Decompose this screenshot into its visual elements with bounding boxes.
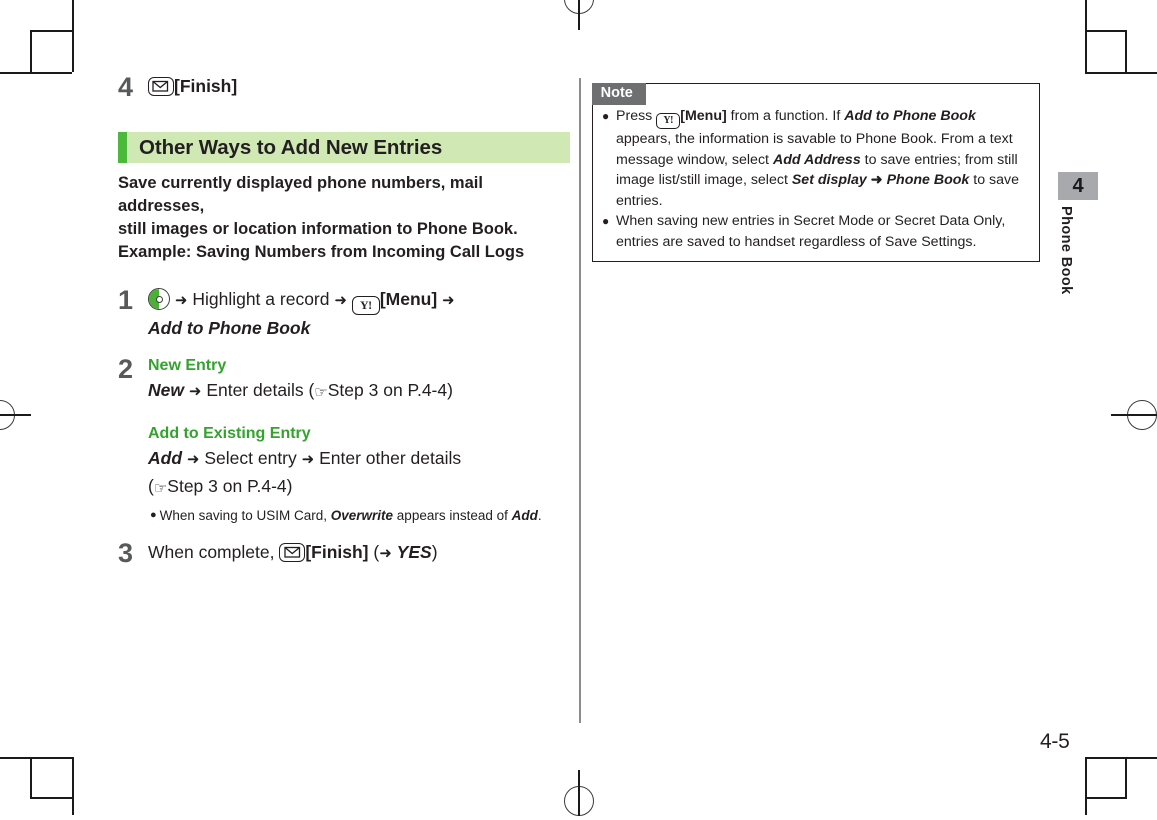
section-title: Other Ways to Add New Entries (139, 135, 443, 159)
step-2-existing-entry-label: Add to Existing Entry (148, 425, 311, 442)
section-accent-bar (118, 132, 127, 163)
step-1-body: ➜ Highlight a record ➜ Y! [Menu] ➜ Add to… (148, 285, 570, 342)
step-2-arrow-3: ➜ (301, 451, 315, 468)
step-2-body: New Entry New ➜ Enter details (☞Step 3 o… (148, 354, 570, 526)
step-2-existing-text-b: Enter other details (319, 448, 462, 468)
y-menu-key-icon: Y! (656, 113, 681, 129)
note-1-seg-2: [Menu] (680, 108, 727, 124)
note-1-seg-3: from a function. If (730, 108, 841, 124)
step-2-new-ref: Step 3 on P.4-4 (327, 380, 448, 400)
bullet-emph-b: Add (511, 508, 538, 523)
step-2-new-text: Enter details (206, 380, 304, 400)
mail-key-icon (279, 543, 306, 562)
registration-mark-top (564, 0, 598, 30)
note-1-emph-1: Add to Phone Book (844, 108, 976, 124)
bullet-emph-a: Overwrite (330, 508, 394, 523)
bullet-text-b: appears instead of (396, 508, 508, 523)
note-item-2-text: When saving new entries in Secret Mode o… (616, 213, 1006, 250)
step-2-new-ref-close: ) (447, 380, 453, 400)
bullet-dot-icon: ● (150, 509, 157, 521)
step-2-existing-ref-close: ) (286, 476, 293, 496)
chapter-tab: 4 Phone Book (1058, 172, 1098, 295)
intro-line-3: Example: Saving Numbers from Incoming Ca… (118, 243, 525, 261)
note-1-seg-1: Press (616, 108, 653, 124)
navigation-key-icon (148, 288, 170, 310)
step-1: 1 ➜ Highlight a record ➜ Y! [Menu] ➜ Add … (118, 285, 570, 342)
step-2-new-entry-label: New Entry (148, 357, 227, 374)
step-2-new-command: New (148, 380, 184, 400)
step-2-arrow-2: ➜ (186, 451, 200, 468)
chapter-name: Phone Book (1058, 206, 1074, 295)
section-intro: Save currently displayed phone numbers, … (118, 172, 570, 264)
bullet-text-a: When saving to USIM Card, (159, 508, 327, 523)
step-3-number: 3 (118, 538, 133, 568)
left-column: 4 [Finish] Other Ways to Add New Entries… (118, 72, 570, 568)
step-2-bullet-note: ● When saving to USIM Card, Overwrite app… (148, 505, 570, 526)
page-number: 4-5 (1040, 730, 1070, 753)
step-1-result: Add to Phone Book (148, 318, 311, 338)
note-box-header: Note (591, 82, 646, 105)
step-2-add-command: Add (148, 448, 183, 468)
intro-line-2: still images or location information to … (118, 220, 518, 238)
step-2-number: 2 (118, 354, 133, 384)
step-3-body: When complete, [Finish] (➜ YES) (148, 538, 570, 567)
step-1-arrow-2: ➜ (334, 292, 347, 309)
y-menu-key-icon: Y! (351, 296, 380, 315)
chapter-number: 4 (1058, 172, 1098, 200)
step-4: 4 [Finish] (118, 72, 570, 102)
step-2-existing-line-1: Add ➜ Select entry ➜ Enter other details (148, 445, 570, 473)
note-1-emph-4: Phone Book (886, 172, 970, 188)
step-1-text-a: Highlight a record (192, 289, 330, 309)
section-heading: Other Ways to Add New Entries (118, 132, 570, 163)
step-2-new-entry-line: New ➜ Enter details (☞Step 3 on P.4-4) (148, 377, 570, 406)
note-1-emph-3: Set display (791, 172, 867, 188)
step-3-emph: YES (396, 542, 432, 562)
bullet-dot-icon: ● (602, 109, 610, 123)
step-2-existing-ref: Step 3 on P.4-4 (167, 476, 287, 496)
registration-mark-right (1111, 400, 1157, 434)
bullet-text-c: . (537, 508, 542, 523)
note-1-arrow: ➜ (870, 172, 883, 188)
step-2-existing-text-a: Select entry (204, 448, 297, 468)
mail-key-icon (148, 77, 174, 96)
note-item-1-text: Press Y! [Menu] from a function. If Add t… (616, 106, 1030, 211)
step-1-arrow-1: ➜ (174, 292, 188, 309)
note-box-body: ● Press Y! [Menu] from a function. If Add… (593, 84, 1039, 261)
registration-mark-left (0, 400, 31, 434)
pointing-hand-icon: ☞ (314, 384, 328, 401)
column-divider (579, 78, 581, 723)
step-1-arrow-3: ➜ (442, 292, 455, 309)
step-2-arrow-1: ➜ (188, 383, 202, 400)
step-3: 3 When complete, [Finish] (➜ YES) (118, 538, 570, 568)
step-3-finish-label: [Finish] (305, 542, 369, 562)
note-item-2: ● When saving new entries in Secret Mode… (602, 211, 1030, 252)
intro-line-1: Save currently displayed phone numbers, … (118, 174, 483, 215)
step-4-number: 4 (118, 72, 133, 102)
step-3-text-a: When complete, (148, 542, 275, 562)
note-box: Note ● Press Y! [Menu] from a function. I… (591, 82, 1040, 262)
pointing-hand-icon: ☞ (153, 480, 168, 497)
note-item-1: ● Press Y! [Menu] from a function. If Add… (602, 106, 1030, 211)
step-1-number: 1 (118, 285, 133, 315)
step-3-arrow: ➜ (379, 545, 392, 562)
step-2: 2 New Entry New ➜ Enter details (☞Step 3… (118, 354, 570, 526)
step-3-paren-close: ) (431, 542, 438, 562)
manual-page: 4 [Finish] Other Ways to Add New Entries… (0, 0, 1157, 816)
step-2-existing-line-2: (☞Step 3 on P.4-4) (148, 473, 570, 502)
step-4-body: [Finish] (148, 72, 570, 100)
note-1-emph-2: Add Address (772, 151, 861, 168)
step-1-menu-label: [Menu] (379, 289, 438, 309)
step-4-finish-label: [Finish] (174, 76, 238, 96)
bullet-dot-icon: ● (602, 214, 610, 228)
